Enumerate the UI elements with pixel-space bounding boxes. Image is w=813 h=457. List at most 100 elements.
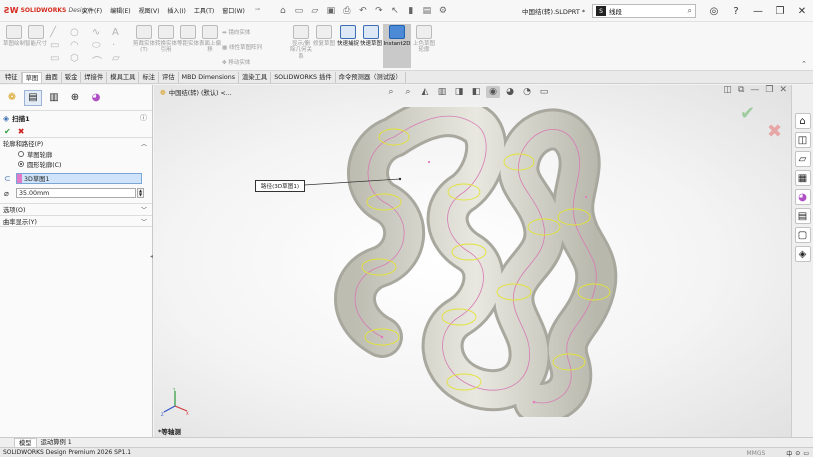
tab-command-predictor[interactable]: 命令预测器（测试版） [336,72,406,83]
ribbon-trim-button[interactable]: 剪裁实体(T) [133,24,155,68]
tab-render-tools[interactable]: 渲染工具 [239,72,272,83]
tab-weldments[interactable]: 焊接件 [81,72,108,83]
menu-edit[interactable]: 编辑(E) [106,6,134,15]
help-icon[interactable]: ⓘ [140,113,147,123]
ribbon-display-relations-button[interactable]: 显示/删除几何关系 [290,24,312,68]
rebuild-icon[interactable]: ▮ [404,4,418,18]
cancel-x-icon[interactable]: ✖ [18,127,25,136]
ribbon-instant2d-button[interactable]: Instant2D [383,24,411,68]
select-arrow-icon[interactable]: ↖ [388,4,402,18]
menu-tools[interactable]: 工具(T) [190,6,218,15]
doc-restore-icon[interactable]: ❐ [765,85,773,95]
custom-properties-icon[interactable]: ▤ [794,208,811,224]
minimize-icon[interactable]: — [747,6,769,17]
tab-mold-tools[interactable]: 模具工具 [107,72,140,83]
forum-icon[interactable]: ▢ [794,227,811,243]
app-logo[interactable]: ƧW SOLIDWORKS Design [0,6,89,15]
linear-pattern-button[interactable]: ▦ 线性草图阵列 [222,43,262,51]
profile-path-section-header[interactable]: 轮廓和路径(P) ︿ [0,137,152,149]
tab-surfaces[interactable]: 曲面 [42,72,62,83]
confirmation-cancel-icon[interactable]: ✖ [767,121,782,142]
ribbon-repair-sketch-button[interactable]: 修复草图 [313,24,335,68]
configuration-manager-tab-icon[interactable]: ▥ [45,90,63,106]
spline-icon[interactable]: ∿ [92,27,100,38]
chevron-down-icon[interactable]: ﹀ [141,205,147,214]
zoom-to-area-icon[interactable]: ⌕ [401,86,415,98]
tile-icon[interactable]: ⧉ [738,85,744,95]
home-icon[interactable]: ⌂ [276,4,290,18]
tab-evaluate[interactable]: 评估 [159,72,179,83]
chevron-down-icon[interactable]: ﹀ [141,217,147,226]
radio-sketch-profile[interactable] [18,151,24,157]
custom-status-icon[interactable]: ▭ [803,450,809,457]
pin-icon[interactable]: ⊸ [251,6,264,15]
move-entities-button[interactable]: ✥ 移动实体 [222,58,250,66]
zoom-to-fit-icon[interactable]: ⌕ [384,86,398,98]
tab-motion-study[interactable]: 运动算例 1 [37,438,76,447]
radio-circular-profile[interactable] [18,161,24,167]
ribbon-shaded-sketch-button[interactable]: 上色草图轮廓 [413,24,435,68]
sketch-profile-option[interactable]: 草图轮廓 [0,149,152,159]
fillet-icon[interactable]: ⌒ [92,53,102,68]
print-icon[interactable]: ⎙ [340,4,354,18]
circular-profile-option[interactable]: 圆形轮廓(C) [0,159,152,169]
search-input[interactable] [609,7,669,15]
confirmation-ok-icon[interactable]: ✔ [740,103,755,124]
property-manager-tab-icon[interactable]: ▤ [24,89,42,106]
ribbon-convert-entities-button[interactable]: 转换实体引用 [155,24,177,68]
appearances-icon[interactable]: ◕ [794,189,811,205]
open-folder-icon[interactable]: ▱ [308,4,322,18]
point-icon[interactable]: · [112,40,115,51]
view-palette-icon[interactable]: ▦ [794,170,811,186]
search-icon[interactable]: ⌕ [688,6,692,16]
menu-window[interactable]: 窗口(W) [218,6,249,15]
solidworks-search-icon[interactable]: ◈ [794,246,811,262]
redo-icon[interactable]: ↷ [372,4,386,18]
ribbon-sketch-button[interactable]: 草图绘制 [3,24,25,68]
solidworks-resources-icon[interactable]: ⌂ [794,113,811,129]
file-explorer-icon[interactable]: ▱ [794,151,811,167]
arc-icon[interactable]: ◠ [70,40,79,51]
tab-features[interactable]: 特征 [2,72,22,83]
tab-model[interactable]: 模型 [14,438,37,447]
tab-sketch[interactable]: 草图 [21,72,43,83]
rectangle-icon[interactable]: ▭ [50,40,59,51]
path-callout-label[interactable]: 路径(3D草图1) [255,180,305,192]
ellipse-icon[interactable]: ⬭ [92,40,101,51]
display-style-icon[interactable]: ◧ [469,86,483,98]
file-properties-icon[interactable]: ▤ [420,4,434,18]
mirror-entities-button[interactable]: ⇹ 镜向实体 [222,28,250,36]
edit-appearance-icon[interactable]: ◕ [503,86,517,98]
polygon-icon[interactable]: ⬡ [70,53,79,64]
doc-minimize-icon[interactable]: — [750,85,759,95]
diameter-input[interactable]: 35.00mm [16,188,136,198]
ribbon-rapid-sketch-button[interactable]: 快速草图 [360,24,382,68]
tab-addins[interactable]: SOLIDWORKS 插件 [271,72,336,83]
apply-scene-icon[interactable]: ◔ [520,86,534,98]
flyout-feature-tree[interactable]: ❁ 中国结(转) (默认) <... [160,88,232,98]
diameter-spinner[interactable]: ▲ ▼ [137,188,144,198]
unit-system[interactable]: MMGS [746,450,765,457]
previous-view-icon[interactable]: ◭ [418,86,432,98]
tab-sheet-metal[interactable]: 钣金 [62,72,82,83]
curvature-display-section-header[interactable]: 曲率显示(Y) ﹀ [0,215,152,227]
path-selection-field[interactable]: 3D草图1 [16,172,142,184]
options-section-header[interactable]: 选项(O) ﹀ [0,203,152,215]
restore-icon[interactable]: ❐ [769,6,791,17]
tab-mbd-dimensions[interactable]: MBD Dimensions [179,72,239,83]
menu-view[interactable]: 视图(V) [135,6,164,15]
dimxpert-tab-icon[interactable]: ⊕ [66,90,84,106]
ribbon-quick-snaps-button[interactable]: 快速捕捉 [337,24,359,68]
slot-icon[interactable]: ▭ [50,53,59,64]
hide-show-items-icon[interactable]: ◉ [486,86,500,98]
section-view-icon[interactable]: ▥ [435,86,449,98]
circle-icon[interactable]: ○ [70,27,79,38]
options-gear-icon[interactable]: ⚙ [436,4,450,18]
search-box[interactable]: S ⌕ [592,4,696,18]
text-icon[interactable]: A [112,27,119,38]
line-icon[interactable]: ╱ [50,27,56,38]
menu-insert[interactable]: 插入(I) [163,6,189,15]
save-icon[interactable]: ▣ [324,4,338,18]
ok-check-icon[interactable]: ✔ [4,127,11,136]
ribbon-offset-entities-button[interactable]: 等距实体 [177,24,199,68]
